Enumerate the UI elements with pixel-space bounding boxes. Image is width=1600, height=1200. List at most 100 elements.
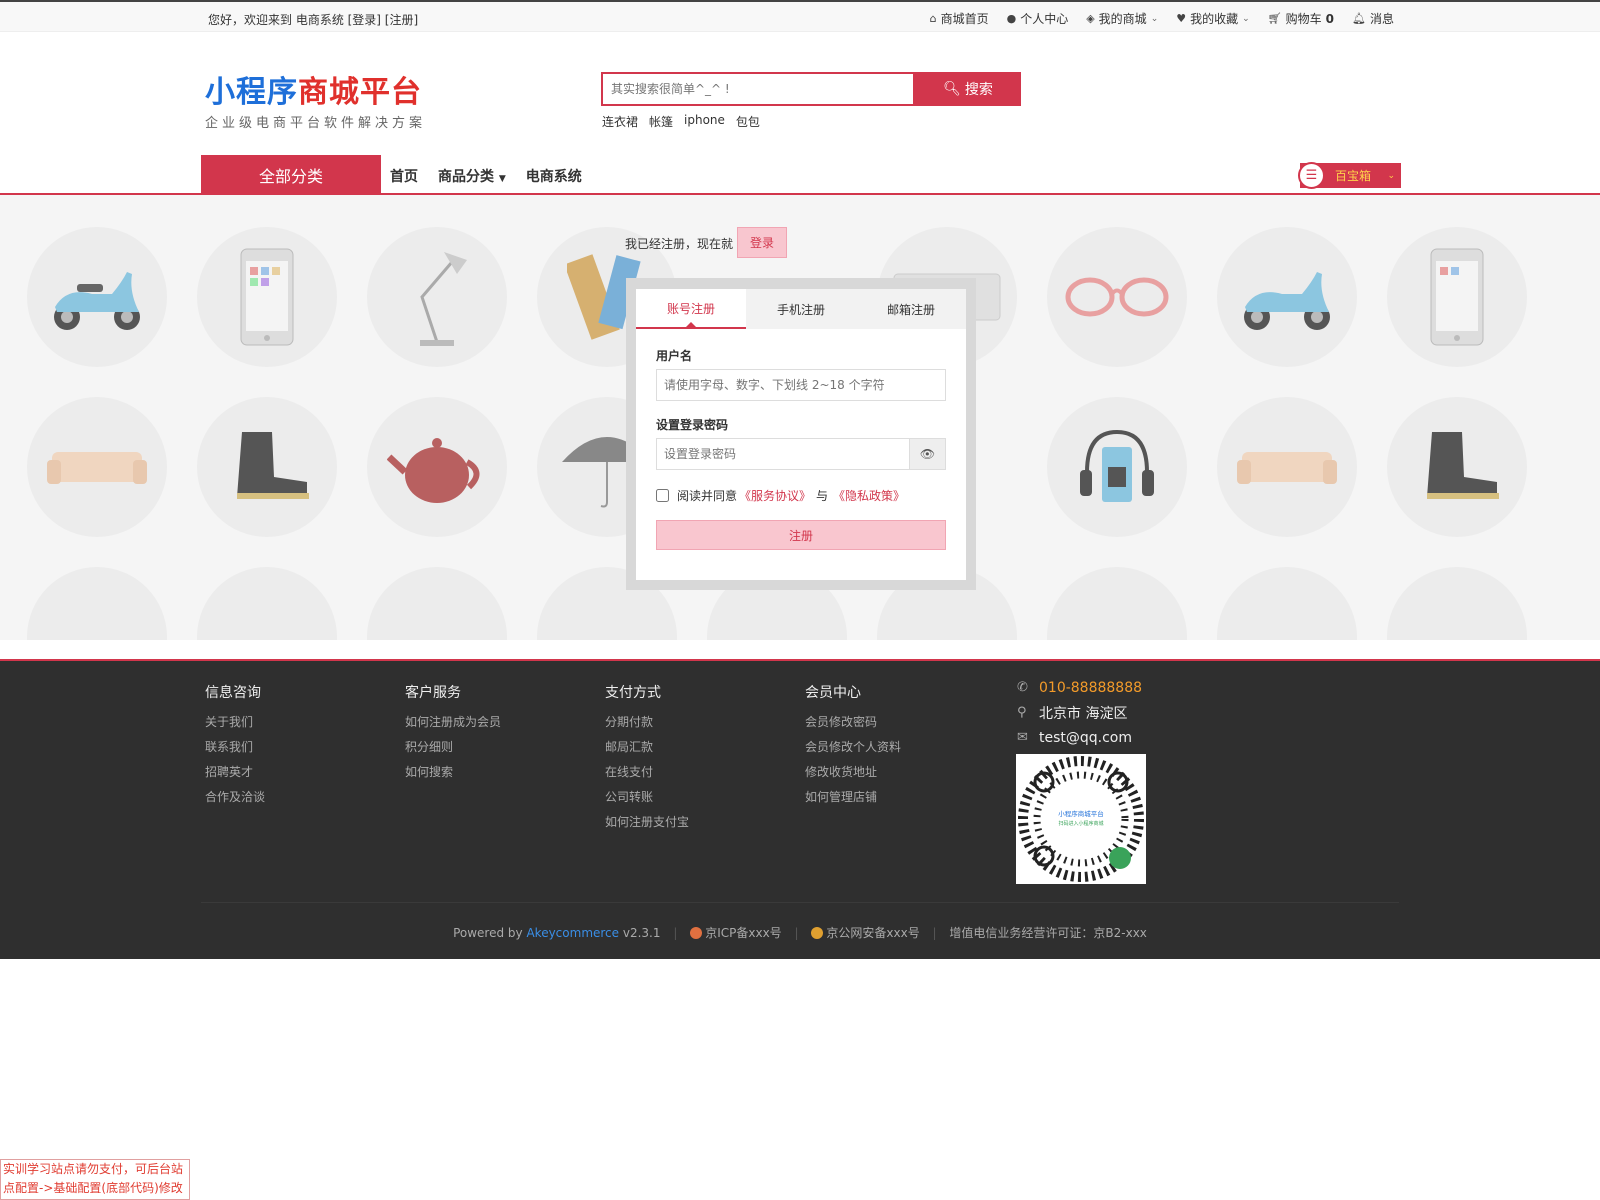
top-nav-user-center[interactable]: ● 个人中心	[1007, 10, 1069, 27]
chevron-down-icon: ⌄	[1150, 13, 1159, 24]
footer-link[interactable]: 公司转账	[605, 785, 689, 810]
contact-address-value: 北京市 海淀区	[1039, 705, 1128, 722]
version-text: v2.3.1	[622, 926, 661, 940]
top-nav-user-center-label: 个人中心	[1020, 12, 1069, 26]
logo-subtitle: 企业级电商平台软件解决方案	[205, 116, 427, 131]
top-nav-my-mall[interactable]: ◈ 我的商城 ⌄	[1086, 10, 1158, 27]
footer-link[interactable]: 如何注册支付宝	[605, 810, 689, 835]
top-nav: ⌂ 商城首页 ● 个人中心 ◈ 我的商城 ⌄ ♥ 我的收藏 ⌄ 🛒︎ 购物车 0…	[930, 10, 1394, 27]
envelope-icon: ✉	[1017, 730, 1028, 745]
tab-email-register[interactable]: 邮箱注册	[856, 289, 966, 329]
tab-phone-register[interactable]: 手机注册	[746, 289, 856, 329]
nav-item-categories[interactable]: 商品分类 ▼	[438, 166, 506, 186]
logo-title-blue: 小程序	[205, 75, 298, 110]
hot-word[interactable]: 包包	[736, 113, 760, 130]
cube-icon: ◈	[1086, 12, 1095, 25]
register-panel: 账号注册 手机注册 邮箱注册 用户名 设置登录密码 👁︎ 阅读并同意 《服务协议…	[636, 289, 966, 580]
home-icon: ⌂	[929, 12, 937, 25]
nav-item-home[interactable]: 首页	[390, 166, 418, 186]
cart-icon: 🛒︎	[1267, 12, 1282, 25]
glasses-illustration	[1047, 227, 1187, 367]
icp-link[interactable]: 京ICP备xxx号	[705, 926, 781, 940]
qr-title: 小程序商城平台	[1058, 809, 1104, 818]
eye-icon[interactable]: 👁︎	[909, 438, 946, 470]
footer-link[interactable]: 会员修改个人资料	[805, 735, 901, 760]
password-label: 设置登录密码	[656, 418, 729, 432]
register-submit-button[interactable]: 注册	[656, 520, 946, 550]
hot-word[interactable]: 帐篷	[649, 113, 673, 130]
footer-contact: ✆ 010-88888888 ⚲ 北京市 海淀区 ✉ test@qq.com	[1017, 675, 1142, 750]
footer-link[interactable]: 关于我们	[205, 710, 265, 735]
suitcase-illustration	[367, 567, 507, 640]
footer-link[interactable]: 合作及洽谈	[205, 785, 265, 810]
footer-column-title: 会员中心	[805, 685, 861, 701]
hot-word[interactable]: 连衣裙	[602, 113, 638, 130]
sofa-illustration	[27, 397, 167, 537]
username-input[interactable]	[656, 369, 946, 401]
username-label: 用户名	[656, 349, 693, 363]
police-link[interactable]: 京公网安备xxx号	[826, 926, 919, 940]
caret-down-icon: ▼	[498, 174, 506, 184]
hot-word[interactable]: iphone	[684, 113, 725, 130]
training-notice: 实训学习站点请勿支付，可后台站点配置->基础配置(底部代码)修改	[0, 1159, 190, 1200]
footer-link[interactable]: 如何搜索	[405, 760, 501, 785]
teapot-illustration	[367, 397, 507, 537]
password-input[interactable]	[656, 438, 910, 470]
footer-link[interactable]: 修改收货地址	[805, 760, 901, 785]
qr-subtitle: 扫码进入小程序商城	[1058, 820, 1103, 827]
footer-link[interactable]: 联系我们	[205, 735, 265, 760]
footer-link[interactable]: 积分细则	[405, 735, 501, 760]
agreement-row: 阅读并同意 《服务协议》 与 《隐私政策》	[656, 487, 905, 504]
tab-account-register[interactable]: 账号注册	[636, 289, 746, 329]
search-button[interactable]: 🔍︎ 搜索	[915, 72, 1021, 106]
boot-illustration	[1387, 397, 1527, 537]
contact-email: ✉ test@qq.com	[1017, 725, 1142, 750]
top-nav-home[interactable]: ⌂ 商城首页	[930, 10, 989, 27]
footer-link[interactable]: 如何管理店铺	[805, 785, 901, 810]
main-nav: 首页 商品分类 ▼ 电商系统	[390, 166, 582, 186]
footer-link[interactable]: 会员修改密码	[805, 710, 901, 735]
contact-address: ⚲ 北京市 海淀区	[1017, 700, 1142, 725]
cart-count: 0	[1325, 11, 1335, 26]
and-text: 与	[816, 489, 829, 503]
footer-link[interactable]: 如何注册成为会员	[405, 710, 501, 735]
welcome-text[interactable]: 您好，欢迎来到 电商系统 [登录] [注册]	[208, 11, 418, 28]
boot-illustration	[197, 397, 337, 537]
treasure-box-button[interactable]: ☰ 百宝箱 ⌄	[1298, 162, 1401, 189]
agreement-checkbox[interactable]	[656, 489, 669, 502]
main-navbar: 全部分类 首页 商品分类 ▼ 电商系统 ☰ 百宝箱 ⌄	[0, 154, 1600, 195]
logo-title-red: 商城平台	[298, 75, 422, 110]
user-icon: ●	[1006, 12, 1017, 25]
top-bar: 您好，欢迎来到 电商系统 [登录] [注册] ⌂ 商城首页 ● 个人中心 ◈ 我…	[0, 0, 1600, 32]
police-badge-icon	[811, 927, 824, 939]
map-marker-icon: ⚲	[1017, 705, 1027, 720]
service-agreement-link[interactable]: 《服务协议》	[739, 487, 811, 504]
footer-link[interactable]: 招聘英才	[205, 760, 265, 785]
site-logo[interactable]: 小程序商城平台 企业级电商平台软件解决方案	[205, 74, 426, 131]
footer-column-payment: 支付方式 分期付款 邮局汇款 在线支付 公司转账 如何注册支付宝	[605, 682, 689, 835]
top-nav-favorites[interactable]: ♥ 我的收藏 ⌄	[1176, 10, 1249, 27]
top-nav-cart[interactable]: 🛒︎ 购物车 0	[1268, 10, 1334, 27]
footer-column-title: 信息咨询	[205, 685, 261, 701]
footer-column-title: 支付方式	[605, 685, 661, 701]
all-categories-button[interactable]: 全部分类	[201, 155, 381, 195]
search-button-label: 搜索	[964, 82, 993, 98]
footer-link[interactable]: 在线支付	[605, 760, 689, 785]
search-input[interactable]	[601, 72, 915, 106]
footer-link[interactable]: 邮局汇款	[605, 735, 689, 760]
brand-link[interactable]: Akeycommerce	[526, 926, 619, 940]
privacy-policy-link[interactable]: 《隐私政策》	[833, 487, 905, 504]
icp-badge-icon	[690, 927, 703, 939]
top-nav-messages[interactable]: 🔔︎ 消息	[1352, 10, 1394, 27]
top-nav-favorites-label: 我的收藏	[1190, 12, 1239, 26]
camera-illustration	[1047, 567, 1187, 640]
phone-icon: ✆	[1017, 680, 1028, 695]
footer-link[interactable]: 分期付款	[605, 710, 689, 735]
footer-column-member: 会员中心 会员修改密码 会员修改个人资料 修改收货地址 如何管理店铺	[805, 682, 901, 810]
nav-item-ecommerce[interactable]: 电商系统	[526, 166, 582, 186]
footer-column-service: 客户服务 如何注册成为会员 积分细则 如何搜索	[405, 682, 501, 785]
login-button[interactable]: 登录	[737, 227, 787, 258]
chevron-down-icon: ⌄	[1242, 13, 1250, 24]
sofa-illustration	[1217, 397, 1357, 537]
top-nav-messages-label: 消息	[1369, 12, 1394, 26]
